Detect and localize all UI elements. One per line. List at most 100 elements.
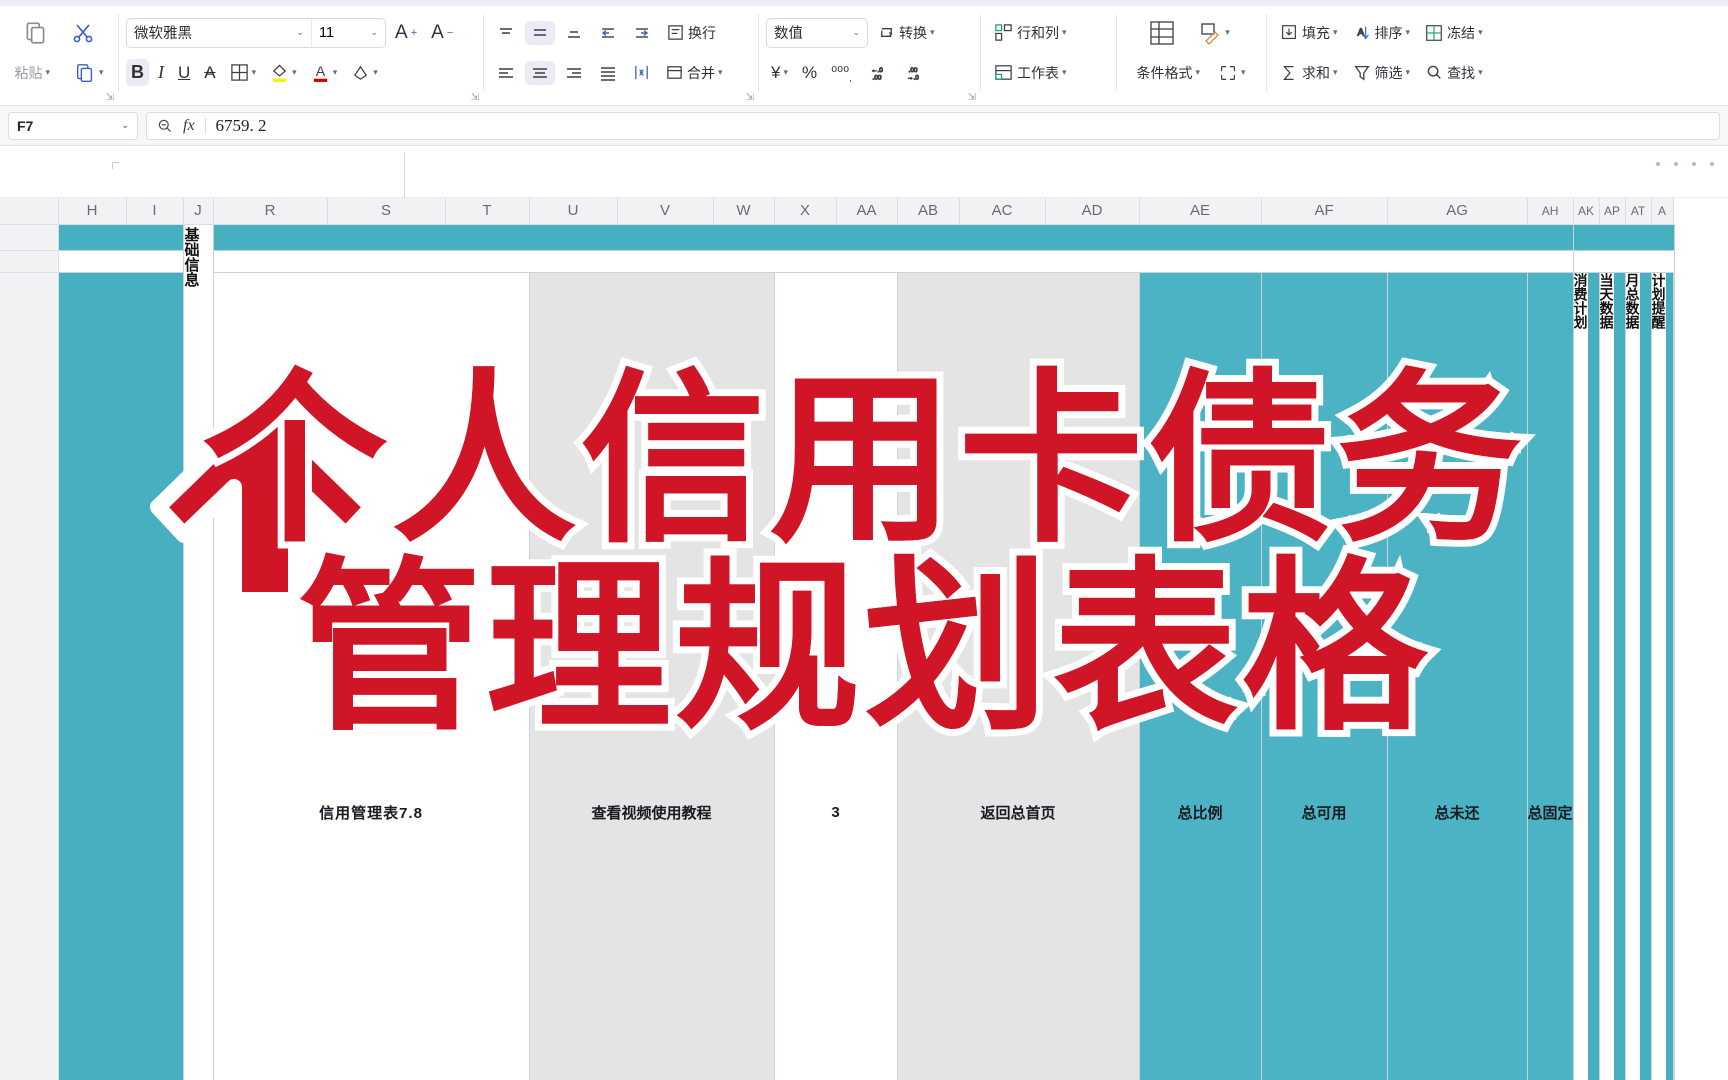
font-size-value: 11	[319, 24, 335, 41]
bold-button[interactable]: B	[126, 59, 149, 86]
cell-style-button[interactable]: ▾	[1193, 18, 1235, 48]
strikethrough-icon[interactable]: A	[199, 60, 220, 86]
banner-top-band: 基础信息	[0, 223, 1675, 1080]
cell-format-button[interactable]: ▾	[1213, 60, 1251, 86]
column-header-W[interactable]: W	[712, 198, 775, 225]
column-header-AF[interactable]: AF	[1260, 198, 1388, 225]
find-button[interactable]: 查找 ▾	[1419, 60, 1488, 86]
decrease-indent-button[interactable]	[593, 21, 623, 45]
italic-button[interactable]: I	[153, 59, 169, 86]
align-bottom-button[interactable]	[559, 21, 589, 45]
freeze-button[interactable]: 冻结 ▾	[1419, 20, 1488, 46]
chevron-down-icon: ⌄	[296, 27, 304, 37]
formula-input[interactable]: fx 6759. 2	[146, 111, 1720, 140]
spreadsheet-grid[interactable]: H I J R S T U V W X AA AB AC AD AE AF AG…	[0, 198, 1728, 1080]
chevron-down-icon: ▾	[1062, 67, 1067, 77]
justify-button[interactable]	[593, 61, 623, 85]
chevron-down-icon[interactable]: ⌄	[121, 120, 129, 131]
clipboard-icon[interactable]	[23, 20, 49, 46]
workbook-title: 信用管理表7.8	[212, 271, 530, 1080]
filter-button[interactable]: 筛选 ▾	[1347, 60, 1416, 86]
column-header-AA[interactable]: AA	[835, 198, 898, 225]
zoom-search-icon[interactable]	[157, 118, 173, 134]
borders-button[interactable]: ▾	[225, 60, 262, 85]
chevron-down-icon: ▾	[1405, 67, 1411, 77]
column-header-AH[interactable]: AH	[1526, 198, 1574, 225]
font-size-select[interactable]: 11 ⌄	[312, 17, 386, 48]
table-style-icon[interactable]	[1147, 19, 1177, 47]
autosum-button[interactable]: 求和 ▾	[1274, 60, 1343, 86]
fill-color-button[interactable]: ▾	[265, 59, 302, 87]
alignment-expander-icon[interactable]: ⇲	[746, 92, 754, 103]
italic-label: I	[158, 62, 164, 82]
column-header-AE[interactable]: AE	[1138, 198, 1262, 225]
align-left-button[interactable]	[491, 61, 521, 85]
convert-button[interactable]: 转换 ▾	[872, 20, 940, 46]
chevron-down-icon: ▾	[1478, 27, 1483, 37]
return-home-link[interactable]: 返回总首页	[896, 271, 1140, 1080]
merge-cells-icon	[665, 63, 684, 82]
column-header-AB[interactable]: AB	[896, 198, 960, 225]
ribbon-group-font: 微软雅黑 ⌄ 11 ⌄ A + A − B I U A ▾ ▾ A ▾ ▾ ⇲	[118, 0, 483, 105]
font-family-select[interactable]: 微软雅黑 ⌄	[126, 17, 312, 48]
column-header-T[interactable]: T	[444, 198, 530, 225]
conditional-format-button[interactable]: 条件格式 ▾	[1131, 60, 1205, 86]
worksheet-button[interactable]: 工作表 ▾	[988, 59, 1072, 86]
scissors-icon[interactable]	[71, 21, 95, 45]
currency-button[interactable]: ¥ ▾	[766, 60, 793, 86]
column-header-AP[interactable]: AP	[1598, 198, 1626, 225]
text-orientation-button[interactable]	[627, 60, 656, 85]
column-header-AG[interactable]: AG	[1386, 198, 1528, 225]
formula-divider	[204, 117, 206, 134]
convert-icon	[877, 23, 896, 42]
thousands-separator-button[interactable]: ⁰⁰⁰,	[826, 60, 857, 86]
sort-button[interactable]: A 排序 ▾	[1347, 20, 1416, 46]
chevron-down-icon: ▾	[373, 67, 378, 77]
align-top-button[interactable]	[491, 21, 521, 45]
clipboard-expander-icon[interactable]: ⇲	[106, 92, 114, 103]
cell-style-icon	[1198, 21, 1222, 45]
column-header-H[interactable]: H	[57, 198, 127, 225]
number-expander-icon[interactable]: ⇲	[968, 92, 976, 103]
percent-style-button[interactable]: %	[797, 60, 822, 86]
font-expander-icon[interactable]: ⇲	[471, 92, 479, 103]
increase-font-size-button[interactable]: A +	[390, 19, 422, 47]
increase-indent-button[interactable]	[627, 21, 657, 45]
column-header-AK[interactable]: AK	[1572, 198, 1600, 225]
copy-button[interactable]: ▾	[69, 59, 109, 87]
dot	[1674, 162, 1678, 166]
wrap-text-button[interactable]: 换行	[661, 20, 721, 46]
font-color-button[interactable]: A ▾	[306, 59, 343, 87]
banner-white-gap	[0, 249, 1675, 273]
select-all-corner[interactable]	[0, 198, 59, 225]
svg-text:A: A	[315, 63, 325, 79]
column-header-V[interactable]: V	[616, 198, 714, 225]
number-format-select[interactable]: 数值 ⌄	[766, 17, 868, 48]
tutorial-video-link[interactable]: 查看视频使用教程	[528, 271, 775, 1080]
column-header-X[interactable]: X	[773, 198, 837, 225]
merge-cells-button[interactable]: 合并 ▾	[660, 60, 728, 86]
paste-button[interactable]: 粘贴 ▾	[9, 60, 55, 86]
filter-label: 筛选	[1374, 64, 1403, 81]
underline-button[interactable]: U	[173, 60, 195, 86]
column-header-R[interactable]: R	[212, 198, 328, 225]
column-header-U[interactable]: U	[528, 198, 618, 225]
column-header-AT[interactable]: AT	[1624, 198, 1652, 225]
decrease-font-size-button[interactable]: A −	[426, 19, 458, 47]
decrease-decimal-button[interactable]: ←.0.00	[861, 61, 893, 85]
column-header-AD[interactable]: AD	[1044, 198, 1140, 225]
fill-button[interactable]: 填充 ▾	[1274, 20, 1343, 46]
column-header-A[interactable]: A	[1650, 198, 1674, 225]
align-middle-button[interactable]	[525, 20, 555, 45]
name-box[interactable]: F7 ⌄	[8, 111, 138, 140]
column-header-J[interactable]: J	[182, 198, 214, 225]
align-center-button[interactable]	[525, 60, 555, 85]
column-header-I[interactable]: I	[125, 198, 184, 225]
column-header-S[interactable]: S	[326, 198, 446, 225]
rows-and-columns-button[interactable]: 行和列 ▾	[988, 19, 1072, 46]
increase-decimal-button[interactable]: .00 →.0	[897, 61, 929, 85]
clear-format-button[interactable]: ▾	[346, 60, 383, 85]
pane-split-line[interactable]	[404, 152, 405, 198]
column-header-AC[interactable]: AC	[958, 198, 1046, 225]
align-right-button[interactable]	[559, 61, 589, 85]
